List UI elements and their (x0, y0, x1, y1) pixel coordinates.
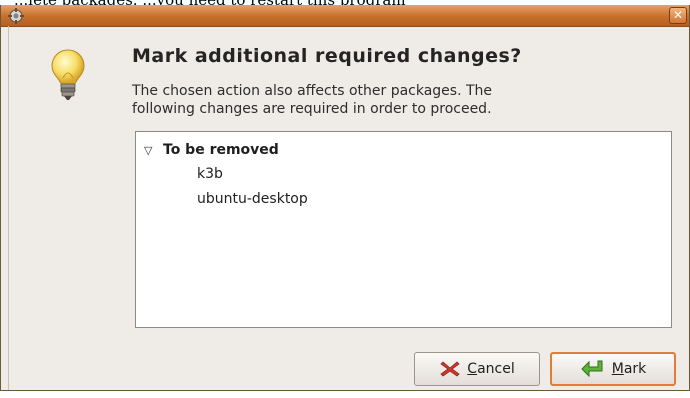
lightbulb-icon (51, 49, 85, 100)
tree-item[interactable]: ubuntu-desktop (197, 191, 308, 207)
cancel-button[interactable]: Cancel (414, 352, 540, 386)
dialog-window: ✕ Mark additional required changes? The … (0, 5, 690, 391)
title-bar[interactable]: ✕ (1, 5, 689, 27)
dialog-heading: Mark additional required changes? (132, 45, 522, 67)
window-divider (8, 26, 9, 390)
tree-group-label: To be removed (163, 142, 279, 158)
close-button[interactable]: ✕ (669, 7, 687, 24)
description-line: The chosen action also affects other pac… (132, 83, 493, 99)
cancel-button-label: Cancel (467, 361, 515, 377)
package-manager-icon (8, 8, 24, 24)
green-arrow-icon (581, 360, 603, 378)
expander-down-icon[interactable]: ▽ (144, 144, 158, 157)
description-line: following changes are required in order … (132, 101, 492, 117)
dialog-description: The chosen action also affects other pac… (132, 82, 672, 118)
tree-item[interactable]: k3b (197, 166, 223, 182)
changes-tree[interactable]: ▽ To be removed k3b ubuntu-desktop (135, 131, 672, 328)
mark-button-label: Mark (611, 361, 647, 377)
mark-button[interactable]: Mark (550, 352, 676, 386)
tree-group-to-be-removed[interactable]: ▽ To be removed (144, 139, 279, 158)
cancel-x-icon (440, 361, 460, 377)
